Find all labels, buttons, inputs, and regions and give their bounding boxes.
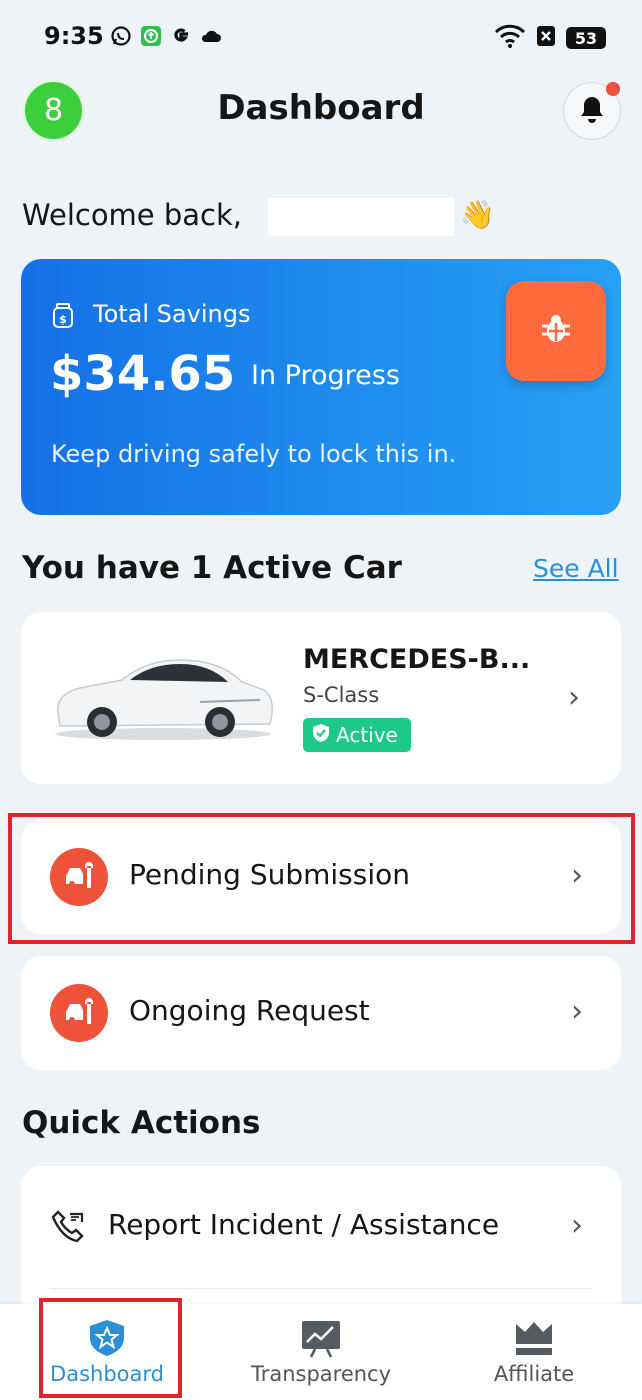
car-model: S-Class xyxy=(303,683,380,707)
status-time: 9:35 xyxy=(44,22,104,50)
active-cars-title: You have 1 Active Car xyxy=(22,550,402,586)
highlight-box xyxy=(8,813,635,944)
car-image xyxy=(50,650,276,746)
savings-jar-icon: $ xyxy=(52,303,74,333)
welcome-text: Welcome back, xyxy=(22,198,243,232)
see-all-link[interactable]: See All xyxy=(533,554,619,583)
bell-icon xyxy=(578,94,606,128)
nav-transparency[interactable]: Transparency xyxy=(241,1304,401,1400)
incident-phone-icon xyxy=(50,1208,86,1248)
cloud-icon xyxy=(200,25,222,47)
shield-check-icon xyxy=(312,723,330,748)
ongoing-chevron-right-icon: › xyxy=(571,994,583,1029)
savings-note: Keep driving safely to lock this in. xyxy=(51,440,457,468)
google-icon xyxy=(170,25,192,47)
divider xyxy=(50,1288,592,1289)
ongoing-request-label: Ongoing Request xyxy=(129,994,370,1027)
bug-icon xyxy=(539,312,573,350)
status-system-icons: 53 xyxy=(494,24,606,52)
notification-dot xyxy=(606,82,620,96)
highlight-box xyxy=(39,1298,182,1398)
waving-hand-emoji: 👋 xyxy=(460,198,495,231)
nav-affiliate[interactable]: Affiliate xyxy=(474,1304,594,1400)
report-incident-button[interactable]: Report Incident / Assistance xyxy=(108,1208,499,1241)
status-badge: Active xyxy=(303,718,411,752)
quick-actions-title: Quick Actions xyxy=(22,1105,261,1141)
car-name: MERCEDES-B... xyxy=(303,644,531,675)
chart-board-icon xyxy=(301,1320,341,1362)
savings-amount: $34.65 xyxy=(50,346,236,402)
nav-affiliate-label: Affiliate xyxy=(493,1362,575,1386)
svg-text:$: $ xyxy=(59,313,67,326)
crown-icon xyxy=(515,1320,553,1360)
upload-app-icon xyxy=(140,25,162,47)
status-badge-label: Active xyxy=(336,723,398,747)
status-notification-icons xyxy=(110,25,222,47)
report-chevron-right-icon: › xyxy=(571,1208,583,1243)
redacted-user-name xyxy=(268,198,454,236)
nav-transparency-label: Transparency xyxy=(250,1362,392,1386)
bug-report-button[interactable] xyxy=(506,281,606,381)
whatsapp-icon xyxy=(110,25,132,47)
page-title: Dashboard xyxy=(217,88,425,128)
signal-x-icon xyxy=(536,24,556,52)
car-chevron-right-icon: › xyxy=(568,680,580,715)
battery-icon: 53 xyxy=(566,27,606,49)
service-tools-icon xyxy=(50,984,108,1042)
savings-status: In Progress xyxy=(251,360,400,391)
savings-label: Total Savings xyxy=(93,300,251,328)
wifi-icon xyxy=(494,24,526,52)
